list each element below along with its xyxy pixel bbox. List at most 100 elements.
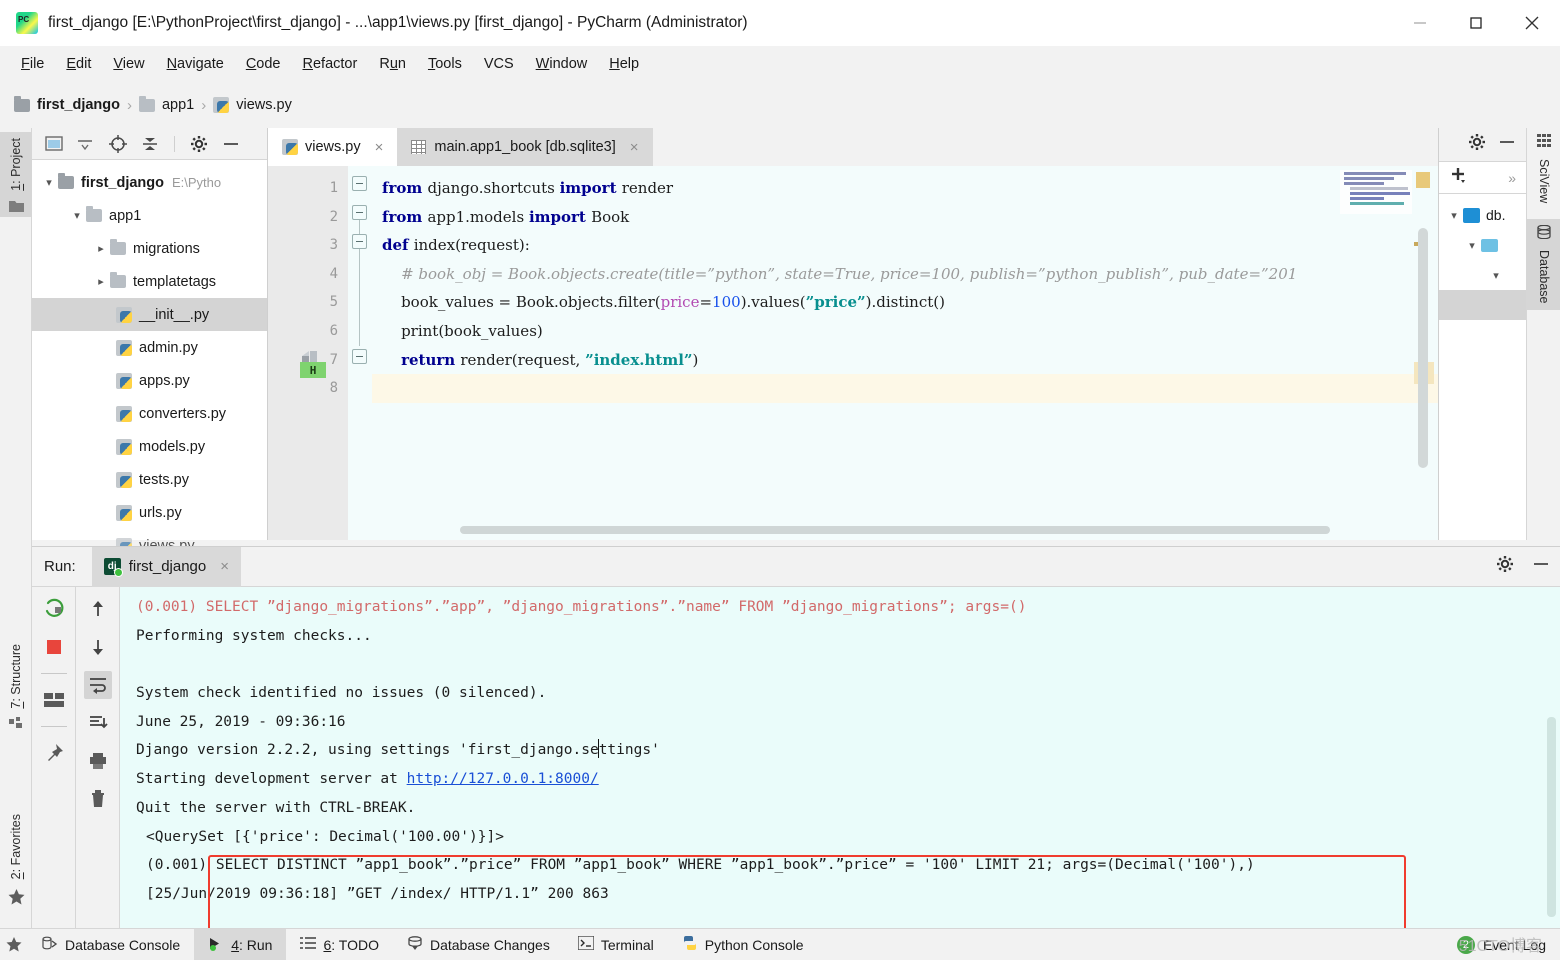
tree-row[interactable]: urls.py <box>32 496 267 529</box>
breadcrumb-item-app1[interactable]: app1 <box>138 95 194 113</box>
scroll-to-end-icon[interactable] <box>84 709 112 737</box>
star-icon <box>8 889 25 910</box>
console-vertical-scrollbar[interactable] <box>1547 717 1556 917</box>
menu-code[interactable]: Code <box>235 53 292 75</box>
fold-collapse-icon[interactable] <box>352 205 367 220</box>
arrow-down-icon[interactable] <box>84 633 112 661</box>
tree-row[interactable]: models.py <box>32 430 267 463</box>
editor-gutter[interactable]: 1 2 3 4 5 6 7 8 H <box>268 166 348 540</box>
code-token: render(request, <box>460 350 586 369</box>
status-item-database-console[interactable]: Database Console <box>28 929 194 960</box>
menu-refactor[interactable]: Refactor <box>292 53 369 75</box>
collapse-all-icon[interactable] <box>140 134 160 154</box>
menu-edit[interactable]: Edit <box>55 53 102 75</box>
tree-row[interactable] <box>1439 290 1526 320</box>
close-icon[interactable]: × <box>630 139 639 156</box>
minimize-icon[interactable] <box>1392 0 1448 46</box>
tree-row[interactable]: ▸ migrations <box>32 232 267 265</box>
tree-row[interactable]: converters.py <box>32 397 267 430</box>
trash-icon[interactable] <box>84 785 112 813</box>
fold-collapse-icon[interactable] <box>352 234 367 249</box>
tree-row[interactable]: ▸ templatetags <box>32 265 267 298</box>
status-item-event-log[interactable]: Event Log <box>1483 937 1546 953</box>
print-icon[interactable] <box>84 747 112 775</box>
rerun-icon[interactable] <box>40 595 68 623</box>
status-item-python-console[interactable]: Python Console <box>668 929 818 960</box>
sidebar-item-sciview[interactable]: SciView <box>1527 128 1560 209</box>
status-item-terminal[interactable]: Terminal <box>564 929 668 960</box>
menu-window[interactable]: Window <box>525 53 599 75</box>
chevron-down-icon[interactable]: ▾ <box>1445 209 1463 222</box>
chevron-right-icon[interactable]: ▸ <box>92 242 110 255</box>
stop-icon[interactable] <box>40 633 68 661</box>
editor-warning-stripe[interactable] <box>1416 172 1430 188</box>
gear-icon[interactable] <box>189 134 209 154</box>
menu-run[interactable]: Run <box>368 53 417 75</box>
gear-icon[interactable] <box>1468 133 1486 156</box>
chevron-down-icon[interactable]: ▾ <box>68 209 86 222</box>
folder-module-icon <box>110 239 126 255</box>
editor-minimap[interactable] <box>1340 170 1412 214</box>
expand-more-icon[interactable]: » <box>1508 170 1516 186</box>
close-icon[interactable] <box>1504 0 1560 46</box>
gear-icon[interactable] <box>1496 555 1514 578</box>
add-plus-icon[interactable] <box>1449 166 1467 189</box>
breadcrumb-item-file[interactable]: views.py <box>213 97 292 113</box>
menu-vcs[interactable]: VCS <box>473 53 525 75</box>
soft-wrap-icon[interactable] <box>83 671 112 699</box>
editor-vertical-scrollbar[interactable] <box>1418 228 1428 468</box>
run-tab-first-django[interactable]: dj first_django × <box>91 546 242 587</box>
layout-icon[interactable] <box>40 686 68 714</box>
status-item-run[interactable]: 4: Run <box>194 928 287 960</box>
maximize-icon[interactable] <box>1448 0 1504 46</box>
fold-collapse-icon[interactable] <box>352 176 367 191</box>
code-editor[interactable]: 1 2 3 4 5 6 7 8 H from django.shortcuts … <box>268 166 1438 540</box>
editor-horizontal-scrollbar[interactable] <box>460 526 1330 534</box>
tab-main-app1-book[interactable]: main.app1_book [db.sqlite3] × <box>397 128 653 166</box>
status-item-todo[interactable]: 6: TODO <box>286 929 393 960</box>
code-token: ) <box>692 350 699 369</box>
tree-row[interactable]: apps.py <box>32 364 267 397</box>
close-icon[interactable]: × <box>220 558 229 575</box>
close-icon[interactable]: × <box>375 139 384 156</box>
code-content[interactable]: from django.shortcuts import render from… <box>372 166 1438 540</box>
breadcrumb-item-project[interactable]: first_django <box>14 95 120 113</box>
menu-navigate[interactable]: Navigate <box>156 53 235 75</box>
tree-row[interactable]: tests.py <box>32 463 267 496</box>
tree-row[interactable]: admin.py <box>32 331 267 364</box>
pin-icon[interactable] <box>40 739 68 767</box>
hide-icon[interactable] <box>221 134 241 154</box>
tree-row[interactable]: ▾ app1 <box>32 199 267 232</box>
tree-row[interactable]: __init__.py <box>32 298 267 331</box>
tree-row[interactable]: ▾ db. <box>1439 200 1526 230</box>
tab-views-py[interactable]: views.py × <box>268 128 398 166</box>
menu-help[interactable]: Help <box>598 53 650 75</box>
tree-row[interactable]: ▾ <box>1439 230 1526 260</box>
sidebar-item-structure[interactable]: 7: Structure <box>0 638 32 735</box>
hide-icon[interactable] <box>1498 133 1516 156</box>
run-console-output[interactable]: (0.001) SELECT ”django_migrations”.”app”… <box>120 587 1560 929</box>
chevron-down-icon[interactable]: ▾ <box>40 176 58 189</box>
hide-icon[interactable] <box>1532 555 1550 578</box>
status-item-database-changes[interactable]: Database Changes <box>393 929 564 960</box>
tree-row[interactable]: ▾ <box>1439 260 1526 290</box>
locate-icon[interactable] <box>108 134 128 154</box>
chevron-down-icon[interactable]: ▾ <box>1463 239 1481 252</box>
arrow-up-icon[interactable] <box>84 595 112 623</box>
menu-tools[interactable]: Tools <box>417 53 473 75</box>
editor-fold-column[interactable] <box>348 166 372 540</box>
server-url-link[interactable]: http://127.0.0.1:8000/ <box>407 771 599 787</box>
sidebar-item-database[interactable]: Database <box>1527 219 1560 310</box>
select-opened-file-icon[interactable] <box>44 134 64 154</box>
sidebar-item-project[interactable]: 1: Project <box>0 132 32 217</box>
tree-item-label: converters.py <box>139 405 227 422</box>
status-star-icon[interactable] <box>0 937 28 952</box>
menu-view[interactable]: View <box>102 53 155 75</box>
menu-file[interactable]: File <box>10 53 55 75</box>
fold-end-icon[interactable] <box>352 349 367 364</box>
flatten-packages-icon[interactable] <box>76 134 96 154</box>
chevron-down-icon[interactable]: ▾ <box>1487 269 1505 282</box>
chevron-right-icon[interactable]: ▸ <box>92 275 110 288</box>
sidebar-item-favorites[interactable]: 2: Favorites <box>0 808 32 910</box>
tree-row[interactable]: ▾ first_django E:\Pytho <box>32 166 267 199</box>
